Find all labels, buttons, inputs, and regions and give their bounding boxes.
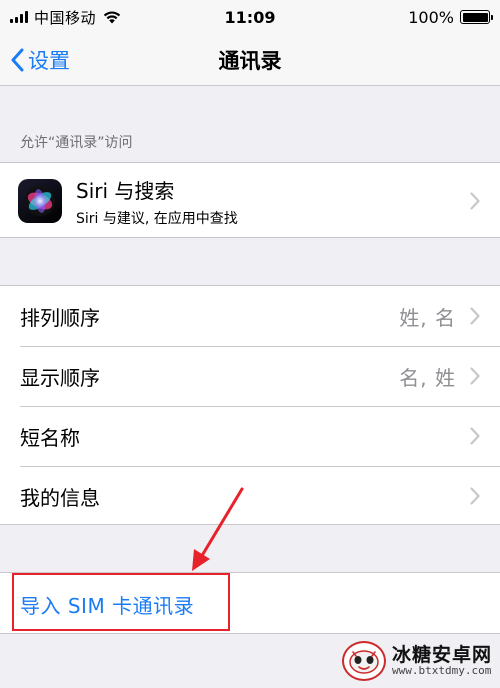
status-right: 100% [408, 7, 493, 27]
back-button[interactable]: 设置 [10, 34, 70, 86]
watermark-text: 冰糖安卓网 www.btxtdmy.com [391, 643, 492, 678]
status-left: 中国移动 [10, 7, 122, 28]
siri-search-row[interactable]: Siri 与搜索 Siri 与建议, 在应用中查找 [0, 163, 500, 239]
battery-fill [462, 12, 488, 22]
my-info-label: 我的信息 [20, 485, 100, 510]
import-sim-contacts-button[interactable]: 导入 SIM 卡通讯录 [0, 573, 500, 635]
battery-icon [460, 10, 493, 24]
siri-text: Siri 与搜索 Siri 与建议, 在应用中查找 [76, 175, 470, 228]
nav-bar: 设置 通讯录 [0, 34, 500, 86]
watermark-title: 冰糖安卓网 [391, 643, 492, 666]
chevron-right-icon [470, 192, 480, 210]
chevron-right-icon [470, 427, 480, 445]
siri-title: Siri 与搜索 [76, 178, 175, 203]
import-sim-contacts-label: 导入 SIM 卡通讯录 [20, 593, 195, 618]
watermark-url: www.btxtdmy.com [391, 664, 492, 678]
display-order-label: 显示顺序 [20, 365, 100, 390]
watermark: 冰糖安卓网 www.btxtdmy.com [341, 636, 492, 686]
short-name-row[interactable]: 短名称 [0, 406, 500, 466]
short-name-label: 短名称 [20, 425, 80, 450]
siri-subtitle: Siri 与建议, 在应用中查找 [76, 210, 238, 227]
watermark-logo-icon [341, 641, 386, 681]
display-order-value: 名, 姓 [399, 365, 456, 390]
wifi-icon [103, 11, 121, 24]
signal-icon [10, 11, 28, 23]
status-bar: 中国移动 100% [0, 0, 500, 34]
back-button-label: 设置 [28, 49, 70, 73]
chevron-left-icon [11, 48, 24, 72]
chevron-right-icon [470, 307, 480, 325]
import-group: 导入 SIM 卡通讯录 [0, 572, 500, 634]
sort-order-value: 姓, 名 [399, 305, 456, 330]
section-header: 允许“通讯录”访问 [20, 135, 133, 151]
siri-group: Siri 与搜索 Siri 与建议, 在应用中查找 [0, 162, 500, 238]
carrier-label: 中国移动 [34, 8, 97, 27]
my-info-row[interactable]: 我的信息 [0, 466, 500, 526]
battery-percent: 100% [408, 7, 454, 27]
chevron-right-icon [470, 367, 480, 385]
page-title: 通讯录 [218, 49, 282, 73]
contacts-settings-group: 排列顺序 姓, 名 显示顺序 名, 姓 短名称 我的信息 [0, 285, 500, 525]
display-order-row[interactable]: 显示顺序 名, 姓 [0, 346, 500, 406]
sort-order-label: 排列顺序 [20, 305, 100, 330]
sort-order-row[interactable]: 排列顺序 姓, 名 [0, 286, 500, 346]
chevron-right-icon [470, 487, 480, 505]
siri-icon [18, 179, 62, 223]
